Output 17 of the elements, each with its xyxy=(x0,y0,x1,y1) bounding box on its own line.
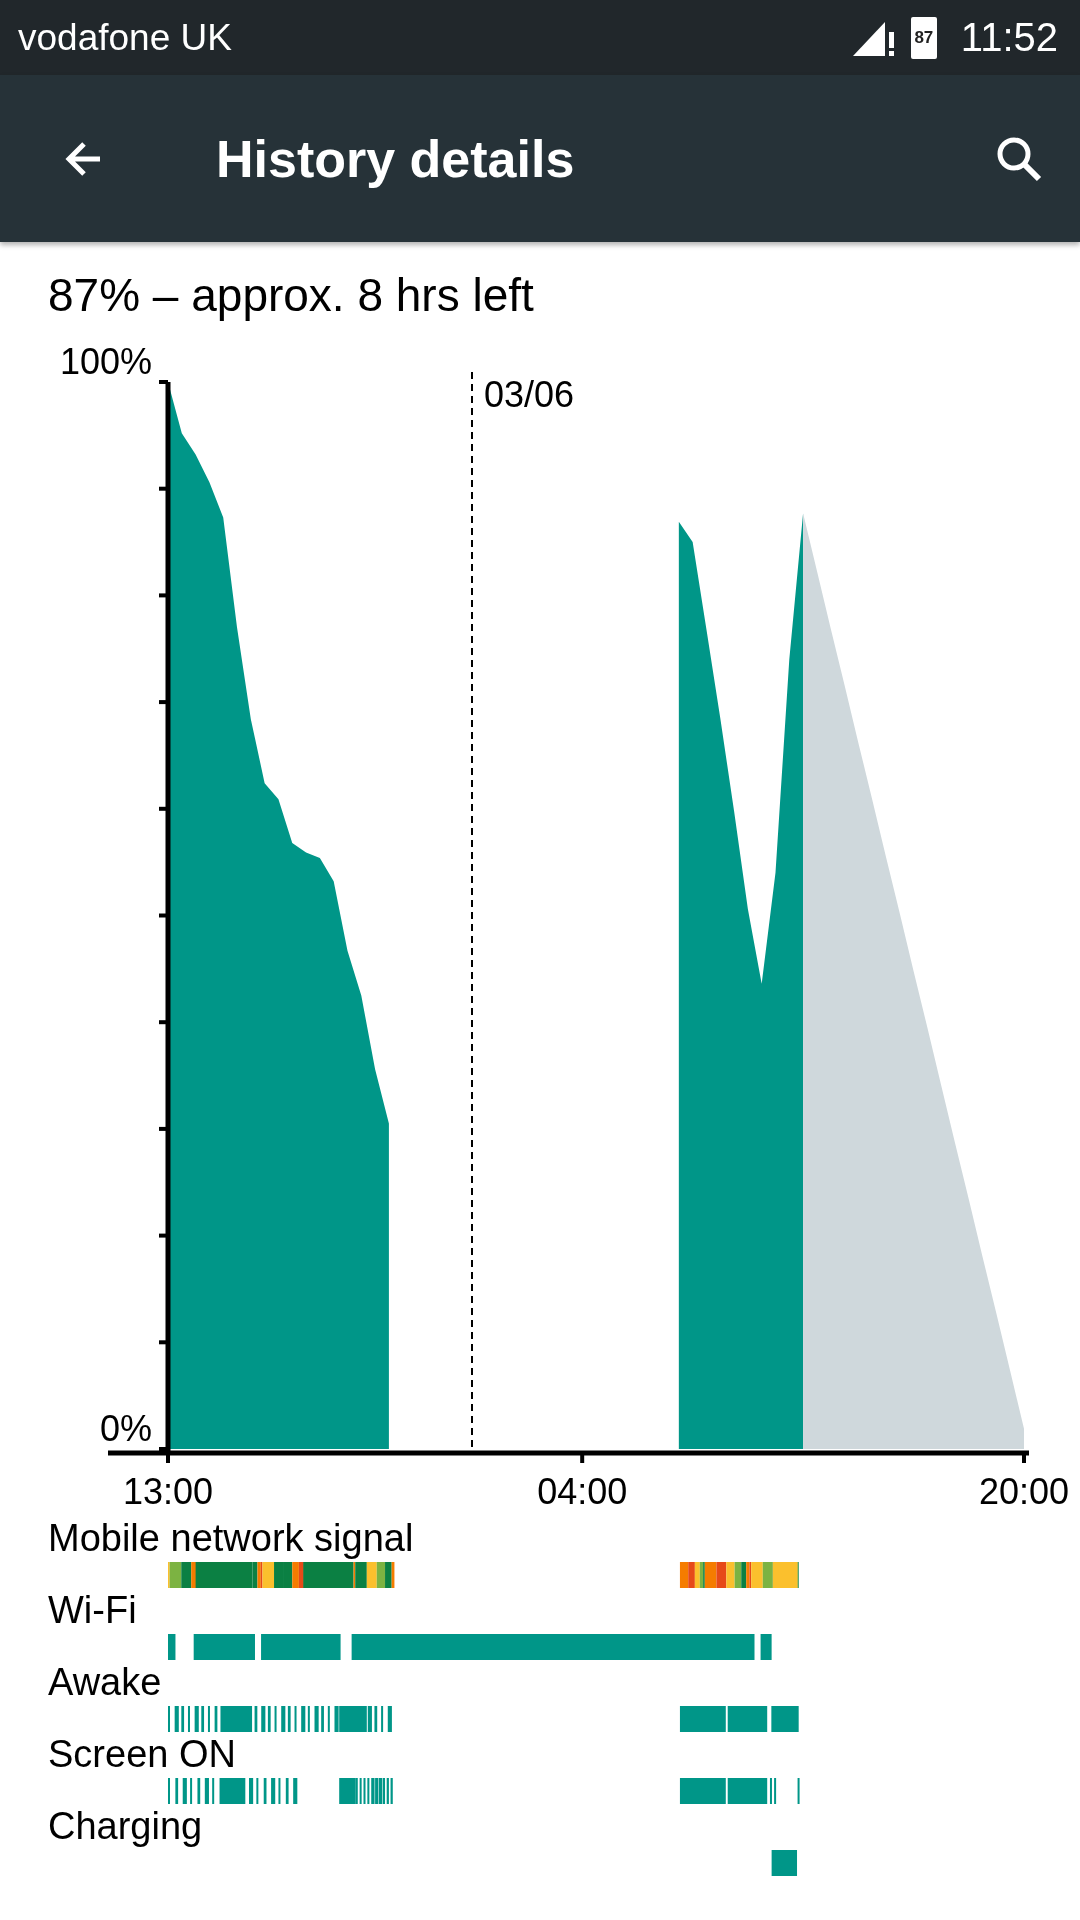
x-axis-label: 20:00 xyxy=(978,1471,1070,1512)
battery-icon: 87 xyxy=(910,16,937,59)
track-label: Charging xyxy=(47,1804,203,1848)
battery-summary: 87% – approx. 8 hrs left xyxy=(47,268,535,323)
x-axis-label: 04:00 xyxy=(537,1471,628,1512)
track-label: Wi-Fi xyxy=(47,1588,137,1632)
carrier-name: vodafone UK xyxy=(18,16,232,59)
clock: 11:52 xyxy=(960,15,1058,60)
track-label: Mobile network signal xyxy=(47,1516,414,1560)
y-axis-label: 0% xyxy=(99,1408,152,1449)
track-label: Screen ON xyxy=(47,1732,236,1776)
date-label: 03/06 xyxy=(484,374,575,415)
y-axis-label: 100% xyxy=(59,344,152,382)
track-label: Awake xyxy=(47,1660,162,1704)
screen-title: History details xyxy=(216,128,576,189)
state-strip xyxy=(771,1850,797,1876)
x-axis-label: 13:00 xyxy=(122,1471,214,1512)
